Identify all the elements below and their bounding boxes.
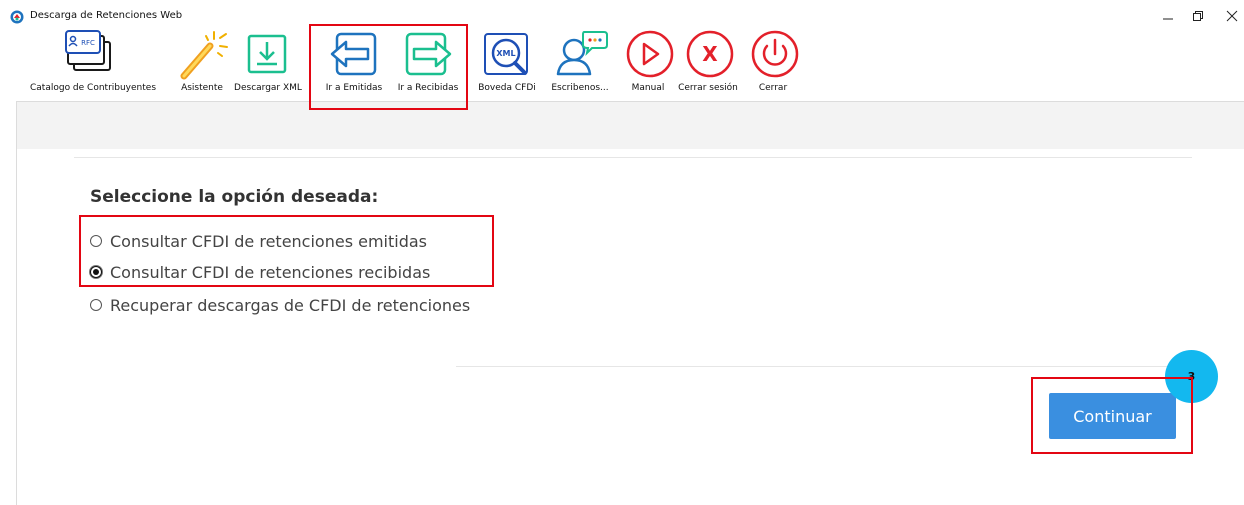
svg-text:XML: XML (496, 49, 515, 58)
minimize-icon (1163, 18, 1173, 20)
option-retenciones-recibidas[interactable]: Consultar CFDI de retenciones recibidas (90, 261, 430, 283)
contributors-catalog-icon: RFC (65, 30, 111, 71)
arrow-right-icon (405, 32, 452, 76)
continue-button[interactable]: Continuar (1049, 393, 1176, 439)
toolbar-label: Catalogo de Contribuyentes (30, 83, 157, 93)
chat-user-icon (556, 31, 608, 76)
app-logo-icon (10, 10, 24, 24)
restore-icon (1193, 11, 1203, 21)
power-icon (751, 30, 799, 78)
radio-button[interactable] (90, 235, 102, 247)
svg-text:X: X (702, 42, 718, 66)
download-icon (247, 34, 287, 74)
option-retenciones-emitidas[interactable]: Consultar CFDI de retenciones emitidas (90, 230, 427, 252)
window-title: Descarga de Retenciones Web (30, 10, 183, 21)
divider (456, 366, 1192, 367)
panel-header (16, 101, 1244, 149)
step-badge: 3 (1165, 350, 1218, 403)
close-icon (1226, 10, 1238, 22)
option-label: Recuperar descargas de CFDI de retencion… (110, 295, 471, 315)
title-bar: Descarga de Retenciones Web (0, 0, 1244, 30)
option-label: Consultar CFDI de retenciones recibidas (110, 262, 431, 282)
radio-button-checked[interactable] (90, 266, 102, 278)
toolbar-label: Cerrar (758, 83, 788, 93)
play-icon (626, 30, 674, 78)
close-x-icon: X (686, 30, 734, 78)
xml-search-icon: XML (484, 33, 528, 75)
magic-wand-icon (180, 31, 228, 80)
divider (74, 157, 1192, 158)
arrow-left-icon (330, 32, 377, 76)
option-recuperar-descargas[interactable]: Recuperar descargas de CFDI de retencion… (90, 294, 470, 316)
section-title: Seleccione la opción deseada: (90, 187, 379, 207)
svg-text:RFC: RFC (81, 39, 95, 47)
option-label: Consultar CFDI de retenciones emitidas (110, 231, 428, 251)
panel-border (16, 101, 17, 505)
close-window-button[interactable] (1212, 4, 1244, 28)
radio-button[interactable] (90, 299, 102, 311)
